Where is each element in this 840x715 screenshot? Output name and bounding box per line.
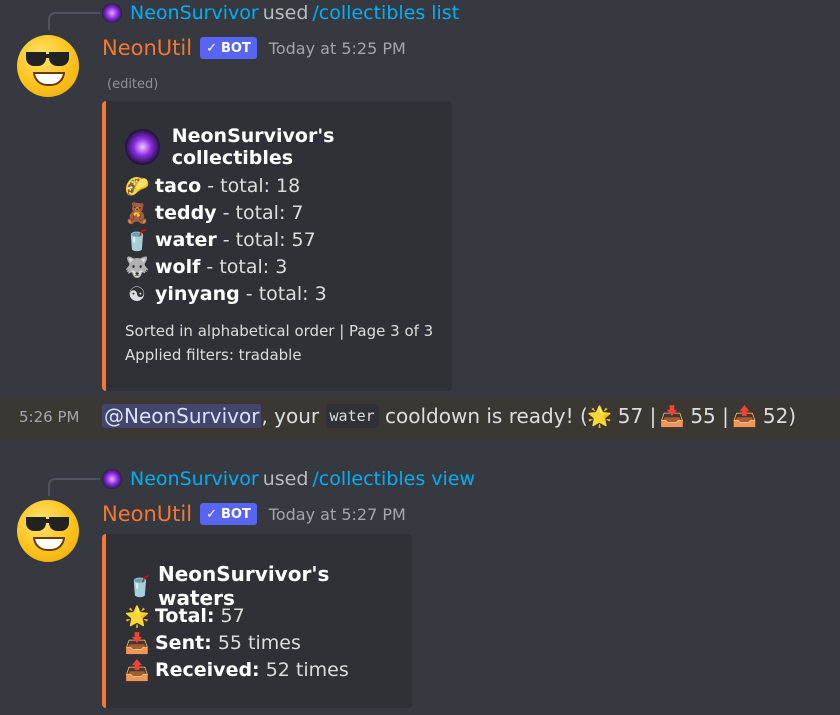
sunglasses-avatar[interactable] [17, 500, 79, 562]
reply-header[interactable]: NeonSurvivor used /collectibles list [102, 2, 459, 24]
collectibles-list: 🌮 taco - total: 18 🧸 teddy - total: 7 🥤 water… [125, 173, 327, 308]
yin-yang-emoji-icon: ☯ [128, 282, 146, 306]
inbox-tray-emoji-icon: 📥 [659, 404, 685, 428]
stat-row: 📥 Sent: 55 times [125, 630, 349, 657]
stat-value: 52 times [259, 659, 349, 681]
edited-label: (edited) [107, 77, 159, 92]
waters-embed: 🥤 NeonSurvivor's waters 🌟 Total: 57 📥 Sent:… [102, 534, 412, 708]
reply-used-text: used [262, 468, 309, 490]
timestamp: Today at 5:25 PM [268, 38, 406, 58]
collectible-total: - total: 57 [216, 229, 316, 251]
collectible-item: 🌮 taco - total: 18 [125, 173, 327, 200]
message-time: 5:26 PM [19, 408, 80, 426]
reply-username[interactable]: NeonSurvivor [130, 2, 259, 24]
author-name[interactable]: NeonUtil [102, 36, 192, 60]
embed-footer: Sorted in alphabetical order | Page 3 of… [125, 319, 433, 367]
stat-value: 55 times [211, 632, 301, 654]
reply-command[interactable]: /collectibles view [312, 468, 475, 490]
reply-used-text: used [262, 2, 309, 24]
galaxy-avatar-icon [102, 3, 122, 23]
waters-stats: 🌟 Total: 57 📥 Sent: 55 times 📤 Received: 52 t… [125, 603, 349, 684]
stat-value: 57 [214, 605, 245, 627]
collectible-name: taco [155, 175, 202, 197]
checkmark-icon: ✓ [206, 506, 217, 522]
bot-badge: ✓ BOT [200, 37, 257, 59]
footer-sort: Sorted in alphabetical order | Page 3 of… [125, 322, 434, 340]
collectible-item: ☯ yinyang - total: 3 [125, 281, 327, 308]
inline-code: water [325, 404, 379, 428]
stat-row: 📤 Received: 52 times [125, 657, 349, 684]
cup-with-straw-emoji-icon: 🥤 [124, 228, 150, 252]
teddy-bear-emoji-icon: 🧸 [124, 201, 150, 225]
cooldown-text: @NeonSurvivor , your water cooldown is r… [102, 404, 796, 428]
message-header: NeonUtil ✓ BOT Today at 5:27 PM [102, 502, 406, 526]
footer-filters: Applied filters: tradable [125, 346, 302, 364]
reply-connector [48, 478, 100, 496]
message-header: NeonUtil ✓ BOT Today at 5:25 PM [102, 36, 406, 60]
text-part: , your [261, 404, 326, 428]
stat-row: 🌟 Total: 57 [125, 603, 349, 630]
galaxy-avatar-icon [125, 129, 160, 165]
reply-command[interactable]: /collectibles list [312, 2, 459, 24]
stat-label: Received: [155, 659, 260, 681]
collectibles-embed: NeonSurvivor's collectibles 🌮 taco - tota… [102, 101, 452, 391]
collectible-name: wolf [155, 256, 201, 278]
text-part: cooldown is ready! ( [378, 404, 588, 428]
collectible-total: - total: 3 [239, 283, 327, 305]
star-emoji-icon: 🌟 [587, 404, 613, 428]
total-value: 57 | [617, 404, 657, 428]
collectible-total: - total: 18 [201, 175, 301, 197]
stat-label: Total: [155, 605, 215, 627]
galaxy-avatar-icon [102, 469, 122, 489]
checkmark-icon: ✓ [206, 40, 217, 56]
received-value: 52) [762, 404, 797, 428]
outbox-tray-emoji-icon: 📤 [732, 404, 758, 428]
wolf-emoji-icon: 🐺 [124, 255, 150, 279]
embed-title: NeonSurvivor's collectibles [125, 125, 452, 169]
collectible-name: teddy [155, 202, 217, 224]
star-emoji-icon: 🌟 [124, 604, 150, 628]
cup-with-straw-emoji-icon: 🥤 [127, 574, 153, 598]
user-mention[interactable]: @NeonSurvivor [102, 404, 262, 428]
inbox-tray-emoji-icon: 📥 [124, 631, 150, 655]
collectible-total: - total: 7 [216, 202, 304, 224]
collectible-item: 🐺 wolf - total: 3 [125, 254, 327, 281]
stat-label: Sent: [155, 632, 212, 654]
reply-username[interactable]: NeonSurvivor [130, 468, 259, 490]
timestamp: Today at 5:27 PM [268, 504, 406, 524]
collectible-name: water [155, 229, 217, 251]
outbox-tray-emoji-icon: 📤 [124, 658, 150, 682]
bot-badge: ✓ BOT [200, 503, 257, 525]
collectible-name: yinyang [155, 283, 240, 305]
collectible-item: 🥤 water - total: 57 [125, 227, 327, 254]
reply-header[interactable]: NeonSurvivor used /collectibles view [102, 468, 475, 490]
sent-value: 55 | [690, 404, 729, 428]
author-name[interactable]: NeonUtil [102, 502, 192, 526]
taco-emoji-icon: 🌮 [124, 174, 150, 198]
collectible-total: - total: 3 [200, 256, 288, 278]
collectible-item: 🧸 teddy - total: 7 [125, 200, 327, 227]
sunglasses-avatar[interactable] [17, 35, 79, 97]
reply-connector [48, 12, 100, 30]
